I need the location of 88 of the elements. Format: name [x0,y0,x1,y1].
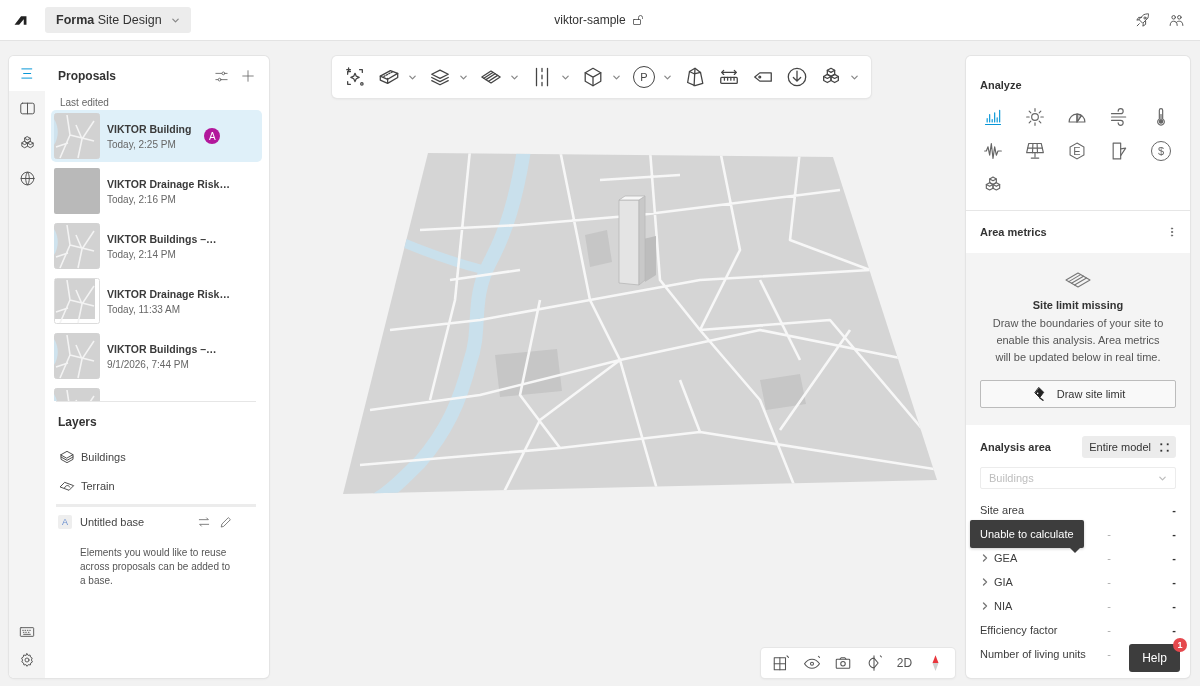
toolbar-button[interactable]: P [633,62,672,92]
metric-value: - [1107,600,1111,612]
swap-icon[interactable] [197,515,211,529]
sound-wave-icon [983,141,1003,161]
logo-icon [13,13,28,27]
tooltip: Unable to calculate [970,520,1084,553]
eye-icon [802,654,821,672]
proposal-time: Today, 2:14 PM [107,248,176,260]
metric-value: - [1107,624,1111,636]
unlocked-padlock-icon[interactable] [631,14,644,26]
section-title: Area metrics [980,226,1047,238]
base-badge: A [58,515,72,529]
proposal-time: Today, 11:33 AM [107,303,180,315]
proposal-item[interactable]: VIKTOR Building Today, 2:25 PM A [51,110,262,162]
draw-site-limit-button[interactable]: Draw site limit [980,380,1176,408]
grid-view-icon [771,654,790,672]
proposal-item[interactable]: VIKTOR Buildings –… Today, 2:14 PM [51,220,262,272]
proposal-name: VIKTOR Building [107,122,192,135]
wind-icon [1109,107,1129,127]
chevron-icon[interactable] [980,553,990,563]
chevron-icon[interactable] [980,601,990,611]
metric-value: - [1172,624,1176,636]
rocket-icon[interactable] [1134,11,1151,29]
metric-value: - [1107,552,1111,564]
layer-item[interactable]: Terrain [45,471,269,500]
compass-icon [931,654,940,672]
metric-label: GIA [994,576,1013,588]
metric-label: Site area [980,504,1025,516]
pencil-icon[interactable] [219,515,233,529]
metric-value: - [1107,528,1111,540]
chevron-icon[interactable] [980,577,990,587]
sun-icon [1025,107,1045,127]
sparkle-select-icon [344,66,366,88]
globe-icon [18,170,36,187]
map-thumbnail [54,113,100,159]
metric-label: Number of living units [980,648,1086,660]
metric-label: Efficiency factor [980,624,1058,636]
project-title: viktor-sample [554,13,626,27]
base-description: Elements you would like to reuse across proposals can be added to a base. [80,546,232,588]
notice-text: Draw the boundaries of your site to enable this analysis. Area metrics will be updated below in real time. [991,316,1165,365]
metric-value: - [1172,600,1176,612]
proposal-name: VIKTOR Drainage Risk… [107,287,230,300]
download-icon [786,66,808,88]
proposal-name: VIKTOR Buildings –… [107,342,217,355]
proposal-time: Today, 2:25 PM [107,138,176,150]
crystal-shape-icon [684,66,706,88]
metric-value: - [1172,576,1176,588]
buildings-icon [59,448,75,465]
solar-panel-icon [1025,141,1045,161]
panel-title: Proposals [58,69,118,83]
filter-icon[interactable] [214,68,229,84]
blank-thumbnail [54,168,100,214]
base-name: Untitled base [80,516,146,528]
camera-icon [833,654,852,672]
bar-chart-icon [983,107,1003,127]
proposal-time: Today, 2:16 PM [107,193,176,205]
avatar-badge: A [204,128,221,144]
view-mode-button[interactable]: 2D [889,648,920,678]
section-title: Layers [58,415,97,429]
metric-label: GEA [994,552,1018,564]
section-title: Analyze [980,78,1023,92]
metric-value: - [1107,576,1111,588]
dots-grid-icon [1159,441,1170,453]
metric-value: - [1172,552,1176,564]
proposal-item[interactable]: VIKTOR Buildings –… 9/1/2026, 7:44 PM [51,330,262,382]
proposal-name: VIKTOR Drainage Risk… [107,177,230,190]
map-thumbnail [54,333,100,379]
map-thumbnail [54,278,100,324]
settings-icon [19,652,35,668]
proposal-name: VIKTOR Buildings –… [107,232,217,245]
cube-icon [582,66,604,88]
metric-value: - [1172,528,1176,540]
hatched-diamond-icon [1064,271,1092,289]
keyboard-icon [19,624,35,640]
product-menu[interactable]: Forma Site Design [45,7,191,33]
proposal-item[interactable]: VIKTOR Drainage Risk… Today, 2:16 PM [51,165,262,217]
map-thumbnail [54,223,100,269]
proposal-time: 9/1/2026, 7:44 PM [107,358,189,370]
section-label: Last edited [60,96,109,110]
field-label: Analysis area [980,441,1051,453]
metric-label: NIA [994,600,1013,612]
layer-item[interactable]: Buildings [45,442,269,471]
metric-value: - [1172,504,1176,516]
scope-button[interactable]: Entire model [1082,436,1176,458]
book-icon [18,100,36,117]
metric-value: - [1107,648,1111,660]
notice-title: Site limit missing [1032,298,1124,313]
proposal-item[interactable]: VIKTOR Drainage Risk… Today, 11:33 AM [51,275,262,327]
